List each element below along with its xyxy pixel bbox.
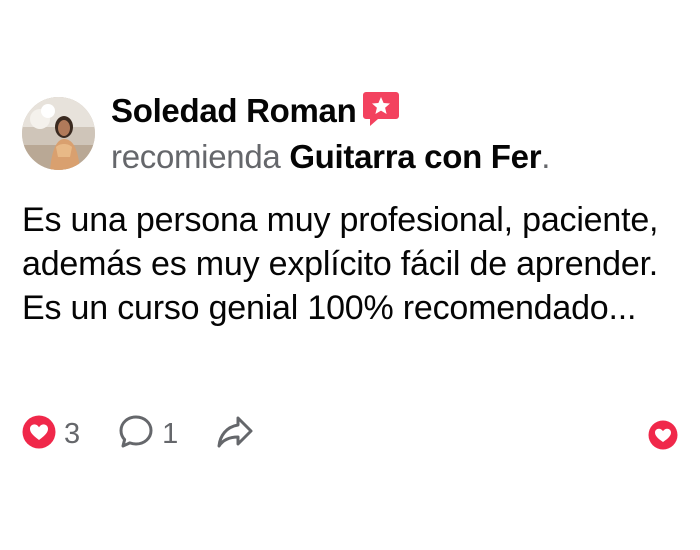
reactions-button[interactable]: 3: [22, 415, 80, 454]
reactions-count: 3: [64, 417, 81, 450]
heart-react-button-icon: [648, 420, 678, 454]
recommendation-post: Soledad Roman recomienda Guitarra con Fe…: [0, 0, 700, 550]
page-name-link[interactable]: Guitarra con Fer: [289, 138, 541, 175]
react-button[interactable]: [648, 420, 678, 455]
share-arrow-icon: [216, 414, 254, 455]
author-line: Soledad Roman: [111, 90, 400, 136]
post-text: Es una persona muy profesional, paciente…: [22, 201, 659, 327]
comment-bubble-icon: [118, 414, 154, 455]
recommends-verb: recomienda: [111, 138, 281, 175]
avatar-photo: [22, 97, 95, 170]
recommendation-star-icon: [362, 90, 400, 136]
recommendation-line: recomienda Guitarra con Fer.: [111, 138, 550, 176]
comments-count: 1: [162, 417, 179, 450]
action-bar: 3 1: [22, 414, 292, 455]
period: .: [541, 138, 551, 175]
comment-button[interactable]: 1: [118, 414, 178, 455]
heart-reaction-icon: [22, 415, 56, 454]
author-name[interactable]: Soledad Roman: [111, 92, 357, 129]
avatar[interactable]: [22, 97, 95, 170]
share-button[interactable]: [216, 414, 254, 455]
